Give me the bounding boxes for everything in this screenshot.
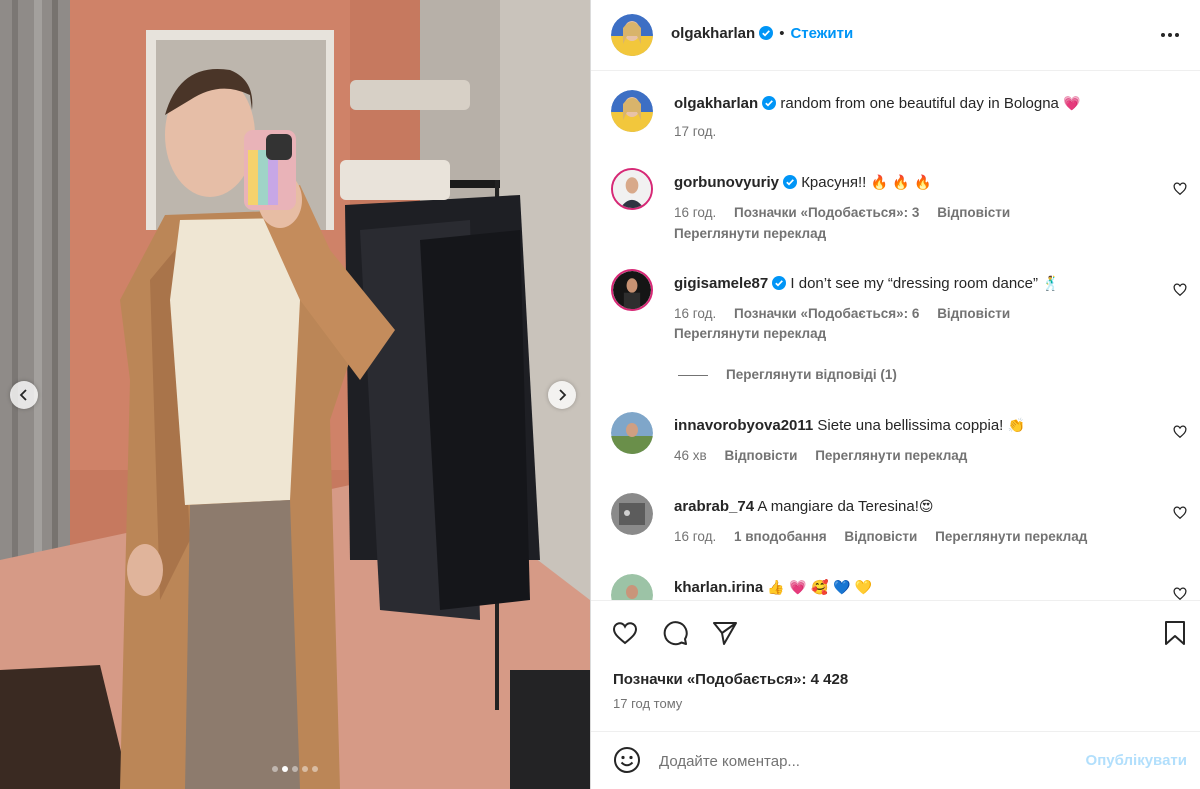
verified-badge-icon [759,26,774,40]
commenter-avatar[interactable] [611,168,653,210]
emoji-icon[interactable] [613,746,641,774]
comment-emoji: 👏 [1007,418,1025,434]
follow-button[interactable]: Стежити [790,25,853,42]
chevron-left-icon [18,389,30,401]
comment-username[interactable]: kharlan.irina [674,579,763,596]
comment-time: 46 хв [674,448,707,463]
verified-badge-icon [772,276,787,290]
carousel-prev-button[interactable] [10,381,38,409]
comment-time: 16 год. [674,205,717,220]
commenter-avatar[interactable] [611,493,653,535]
verified-badge-icon [783,175,798,189]
chevron-right-icon [556,389,568,401]
carousel-dots [0,766,590,772]
comment-text: Красуня!! [801,174,867,191]
carousel-dot [302,766,308,772]
comment-likes-link[interactable]: Позначки «Подобається»: 6 [734,306,919,321]
comment-username[interactable]: arabrab_74 [674,498,754,515]
heart-icon[interactable] [1173,283,1187,297]
carousel-dot [272,766,278,772]
comments-section[interactable]: olgakharlan random from one beautiful da… [591,72,1200,600]
reply-button[interactable]: Відповісти [724,448,797,463]
carousel-dot [292,766,298,772]
heart-icon[interactable] [1173,587,1187,600]
more-options-icon[interactable] [1159,24,1181,46]
see-translation-link[interactable]: Переглянути переклад [815,448,967,463]
heart-icon[interactable] [1173,182,1187,196]
heart-icon[interactable] [611,619,639,647]
share-icon[interactable] [711,619,739,647]
comment-text: I don’t see my “dressing room dance” [790,275,1039,292]
verified-badge-icon [762,96,777,110]
caption-text: random from one beautiful day in Bologna [780,95,1059,112]
comment-emoji: 😍 [918,499,934,515]
reply-button[interactable]: Відповісти [937,306,1010,321]
author-avatar[interactable] [611,14,653,56]
heart-icon[interactable] [1173,425,1187,439]
see-translation-link[interactable]: Переглянути переклад [674,326,826,341]
post-header: olgakharlan • Стежити [591,0,1200,71]
post-image [0,0,590,789]
comment-username[interactable]: gigisamele87 [674,275,768,292]
reply-button[interactable]: Відповісти [937,205,1010,220]
author-username[interactable]: olgakharlan [671,25,755,42]
comment-emoji: 🕺 [1042,276,1060,292]
commenter-avatar[interactable] [611,269,653,311]
comment-time: 16 год. [674,529,717,544]
likes-count[interactable]: Позначки «Подобається»: 4 428 [613,671,848,688]
caption-time: 17 год. [674,124,717,139]
see-translation-link[interactable]: Переглянути переклад [935,529,1087,544]
bookmark-icon[interactable] [1161,619,1189,647]
header-separator: • [779,25,785,42]
view-replies-button[interactable]: Переглянути відповіді (1) [678,367,897,382]
comment-emoji: 🔥 🔥 🔥 [870,175,932,191]
comment-text: Siete una bellissima coppia! [817,417,1004,434]
comment-input[interactable] [659,748,1059,774]
caption-username[interactable]: olgakharlan [674,95,758,112]
replies-divider [678,374,708,376]
comment-text: A mangiare da Teresina! [757,498,919,515]
add-comment-bar: Опублікувати [591,731,1200,789]
carousel-next-button[interactable] [548,381,576,409]
carousel-dot [312,766,318,772]
author-avatar[interactable] [611,90,653,132]
commenter-avatar[interactable] [611,574,653,600]
comment-username[interactable]: innavorobyova2011 [674,417,813,434]
post-timestamp: 17 год тому [613,696,683,711]
reply-button[interactable]: Відповісти [844,529,917,544]
post-details-panel: olgakharlan • Стежити olgakharlan random f… [590,0,1200,789]
commenter-avatar[interactable] [611,412,653,454]
heart-icon[interactable] [1173,506,1187,520]
comment-emoji: 👍 💗 🥰 💙 💛 [767,580,873,596]
comment-icon[interactable] [661,619,689,647]
post-photo [0,0,590,789]
comment-likes-link[interactable]: 1 вподобання [734,529,827,544]
post-actions: Позначки «Подобається»: 4 428 17 год том… [591,600,1200,730]
comment-likes-link[interactable]: Позначки «Подобається»: 3 [734,205,919,220]
comment-time: 16 год. [674,306,717,321]
publish-button[interactable]: Опублікувати [1086,752,1187,769]
caption-emoji: 💗 [1063,96,1081,112]
comment-username[interactable]: gorbunovyuriy [674,174,779,191]
view-replies-label: Переглянути відповіді (1) [726,367,897,382]
see-translation-link[interactable]: Переглянути переклад [674,226,826,241]
carousel-dot-active [282,766,288,772]
